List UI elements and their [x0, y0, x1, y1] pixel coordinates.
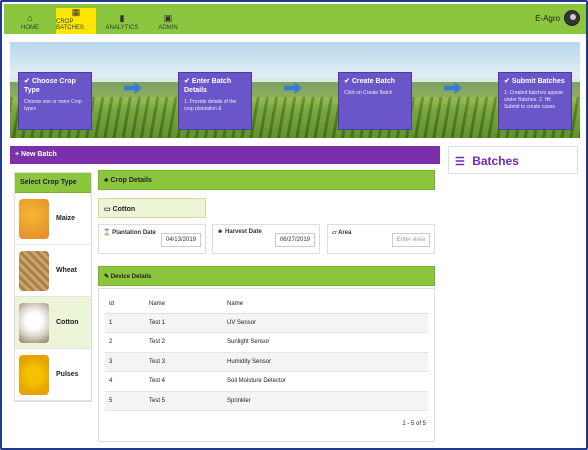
nav-analytics-label: ANALYTICS	[105, 25, 139, 31]
nav-admin-label: ADMIN	[158, 25, 178, 31]
cell-id: 1	[105, 313, 145, 333]
crop-type-header: Select Crop Type	[15, 173, 91, 193]
pulses-image	[19, 354, 49, 395]
app-frame: ⌂ HOME ▦ CROP BATCHES ▮ ANALYTICS ▣ ADMI…	[0, 0, 588, 450]
table-pager: 1 - 5 of 5	[402, 421, 426, 427]
step-create-batch: ✔ Create Batch Click on Create Batch	[338, 72, 412, 130]
crop-name: Pulses	[56, 371, 79, 378]
step-desc: Click on Create Batch	[344, 90, 393, 96]
cell-device: Sprinkler	[223, 391, 428, 411]
harvest-date-input[interactable]: 06/27/2019	[274, 233, 315, 247]
table-row[interactable]: 2 Test 2 Sunlight Sensor	[105, 332, 428, 353]
crop-item-cotton[interactable]: Cotton	[15, 297, 91, 349]
batches-panel: ☰ Batches	[448, 146, 578, 174]
cell-device: Soil Moisture Detector	[223, 371, 428, 392]
brand-name: E-Agro	[535, 14, 560, 23]
steps-banner: ✔ Choose Crop Type Choose one or more Cr…	[10, 42, 580, 138]
plantation-date-input[interactable]: 04/13/2019	[160, 233, 201, 247]
device-table-wrap: Id Name Name 1 Test 1 UV Sensor 2 Test 2…	[98, 288, 435, 442]
step-desc: 1. Provide details of the crop plantatio…	[184, 99, 237, 112]
step-desc: 1. Created batches appear under Batches.…	[504, 90, 564, 110]
table-row[interactable]: 5 Test 5 Sprinkler	[105, 391, 428, 411]
crop-item-wheat[interactable]: Wheat	[15, 245, 91, 297]
home-icon: ⌂	[27, 13, 33, 23]
step-submit-batches: ✔ Submit Batches 1. Created batches appe…	[498, 72, 572, 130]
table-row[interactable]: 3 Test 3 Humidity Sensor	[105, 352, 428, 372]
selected-crop: ▭ Cotton	[98, 198, 206, 218]
grid-icon: ▦	[71, 7, 81, 17]
nav-analytics[interactable]: ▮ ANALYTICS	[102, 8, 142, 34]
image-icon: ▭	[104, 206, 111, 213]
cell-device: UV Sensor	[223, 313, 428, 333]
step-title: ✔ Submit Batches	[504, 78, 565, 85]
step-title: ✔ Create Batch	[344, 78, 395, 85]
column-header[interactable]: Id	[105, 295, 145, 314]
column-header[interactable]: Name	[223, 295, 428, 314]
step-choose-crop: ✔ Choose Crop Type Choose one or more Cr…	[18, 72, 92, 130]
cell-id: 4	[105, 371, 145, 392]
cell-device: Humidity Sensor	[223, 352, 428, 372]
nav-crop-batches[interactable]: ▦ CROP BATCHES	[56, 7, 96, 34]
cell-device: Sunlight Sensor	[223, 332, 428, 353]
wrench-icon: ✎	[104, 274, 110, 280]
table-row[interactable]: 1 Test 1 UV Sensor	[105, 313, 428, 333]
nav-home-label: HOME	[21, 25, 39, 31]
batches-title: Batches	[472, 154, 519, 168]
cell-name: Test 1	[145, 313, 223, 333]
leaf-icon: ♣	[104, 177, 109, 184]
cell-id: 3	[105, 352, 145, 372]
top-nav: ⌂ HOME ▦ CROP BATCHES ▮ ANALYTICS ▣ ADMI…	[4, 4, 586, 34]
step-desc: Choose one or more Crop types	[24, 99, 82, 112]
maize-image	[19, 198, 49, 239]
wheat-image	[19, 250, 49, 291]
crop-type-list: Select Crop Type Maize Wheat Cotton Puls…	[14, 172, 92, 402]
harvest-date-field: ☻ Harvest Date 06/27/2019	[212, 224, 320, 254]
column-header[interactable]: Name	[145, 295, 223, 314]
cotton-image	[19, 302, 49, 343]
cell-id: 5	[105, 391, 145, 411]
cell-id: 2	[105, 332, 145, 353]
step-title: ✔ Choose Crop Type	[24, 78, 76, 94]
sprout-icon: ⌛	[103, 230, 111, 236]
lock-icon: ▣	[163, 13, 173, 23]
crop-name: Maize	[56, 215, 76, 222]
crop-item-maize[interactable]: Maize	[15, 193, 91, 245]
user-avatar[interactable]	[564, 10, 580, 26]
area-input[interactable]: Enter Area	[391, 233, 430, 247]
cell-name: Test 5	[145, 391, 223, 411]
cell-name: Test 2	[145, 332, 223, 353]
bar-chart-icon: ▮	[119, 13, 125, 23]
device-table: Id Name Name 1 Test 1 UV Sensor 2 Test 2…	[105, 295, 428, 411]
area-icon: ▱	[332, 230, 337, 236]
table-header-row: Id Name Name	[105, 295, 428, 314]
plantation-date-field: ⌛ Plantation Date 04/13/2019	[98, 224, 206, 254]
device-details-header: ✎ Device Details	[98, 266, 435, 286]
nav-admin[interactable]: ▣ ADMIN	[148, 8, 188, 34]
table-row[interactable]: 4 Test 4 Soil Moisture Detector	[105, 371, 428, 392]
person-icon: ☻	[217, 229, 224, 235]
cell-name: Test 4	[145, 371, 223, 392]
step-enter-details: ✔ Enter Batch Details 1. Provide details…	[178, 72, 252, 130]
crop-item-pulses[interactable]: Pulses	[15, 349, 91, 401]
area-field: ▱ Area Enter Area	[327, 224, 435, 254]
new-batch-bar[interactable]: + New Batch	[10, 146, 440, 164]
nav-home[interactable]: ⌂ HOME	[10, 8, 50, 34]
nav-crop-batches-label: CROP BATCHES	[56, 19, 84, 31]
crop-details-panel: ♣ Crop Details ▭ Cotton ⌛ Plantation Dat…	[98, 170, 435, 442]
cell-name: Test 3	[145, 352, 223, 372]
list-icon: ☰	[455, 156, 465, 168]
step-title: ✔ Enter Batch Details	[184, 78, 232, 94]
crop-name: Cotton	[56, 319, 79, 326]
banner-field-rows	[10, 97, 580, 138]
crop-details-header: ♣ Crop Details	[98, 170, 435, 190]
crop-name: Wheat	[56, 267, 77, 274]
